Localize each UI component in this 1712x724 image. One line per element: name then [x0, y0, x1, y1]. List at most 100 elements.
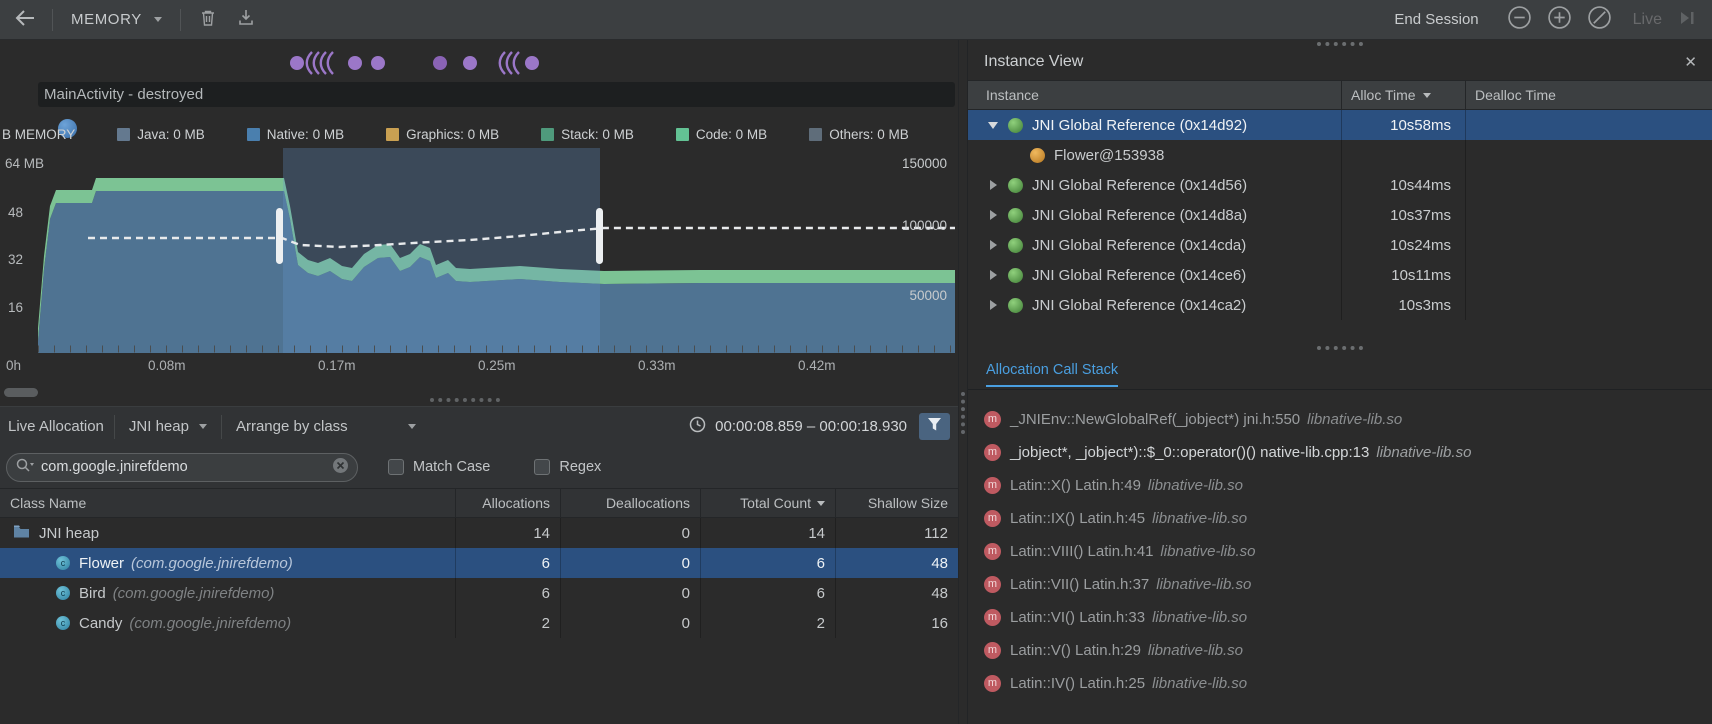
- jni-reference-icon: [1008, 298, 1023, 313]
- horizontal-splitter-handle[interactable]: [430, 398, 500, 402]
- xtick-2: 0.17m: [318, 358, 356, 373]
- instance-row[interactable]: JNI Global Reference (0x14d92) 10s58ms: [968, 110, 1712, 140]
- method-icon: m: [984, 444, 1001, 461]
- xtick-0: 0h: [6, 358, 21, 373]
- chevron-down-icon: [199, 424, 207, 429]
- range-selection[interactable]: [283, 148, 600, 353]
- jni-reference-icon: [1008, 178, 1023, 193]
- instance-child-row[interactable]: Flower@153938: [968, 140, 1712, 170]
- filter-row: Match Case Regex: [0, 446, 958, 488]
- vertical-splitter[interactable]: [958, 40, 967, 724]
- selection-handle-left[interactable]: [276, 208, 283, 264]
- instance-row[interactable]: JNI Global Reference (0x14d56) 10s44ms: [968, 170, 1712, 200]
- column-allocations[interactable]: Allocations: [455, 489, 560, 517]
- native-swatch: [247, 128, 260, 141]
- callstack-tab-bar: Allocation Call Stack: [968, 354, 1712, 390]
- live-button[interactable]: Live: [1633, 11, 1662, 29]
- filter-button[interactable]: [919, 413, 950, 440]
- column-total-count[interactable]: Total Count: [700, 489, 835, 517]
- live-allocation-label: Live Allocation: [8, 418, 104, 435]
- expander-closed-icon[interactable]: [990, 240, 997, 250]
- export-icon: [238, 9, 254, 30]
- delete-session-button[interactable]: [193, 6, 223, 34]
- instance-row[interactable]: JNI Global Reference (0x14ce6) 10s11ms: [968, 260, 1712, 290]
- expander-closed-icon[interactable]: [990, 270, 997, 280]
- method-icon: m: [984, 642, 1001, 659]
- column-shallow-size[interactable]: Shallow Size: [835, 489, 958, 517]
- heap-selector[interactable]: JNI heap: [125, 418, 211, 435]
- column-alloc-time[interactable]: Alloc Time: [1341, 81, 1465, 109]
- jni-reference-icon: [1008, 208, 1023, 223]
- table-row-candy[interactable]: c Candy (com.google.jnirefdemo) 2 0 2 16: [0, 608, 958, 638]
- legend-item-code: Code: 0 MB: [676, 127, 767, 142]
- stack-frame[interactable]: m Latin::IX() Latin.h:45 libnative-lib.s…: [968, 503, 1712, 533]
- legend-item-java: Java: 0 MB: [117, 127, 205, 142]
- zoom-in-button[interactable]: [1545, 6, 1575, 34]
- column-deallocations[interactable]: Deallocations: [560, 489, 700, 517]
- activity-lifecycle-bar[interactable]: MainActivity - destroyed: [38, 82, 955, 107]
- match-case-checkbox[interactable]: [388, 459, 404, 475]
- expander-closed-icon[interactable]: [990, 300, 997, 310]
- table-row-jni-heap[interactable]: JNI heap 14 0 14 112: [0, 518, 958, 548]
- yaxis-right-50000: 50000: [909, 288, 947, 303]
- jni-reference-icon: [1008, 118, 1023, 133]
- instance-row[interactable]: JNI Global Reference (0x14d8a) 10s37ms: [968, 200, 1712, 230]
- library-label: libnative-lib.so: [1148, 642, 1243, 659]
- session-selector-label: MEMORY: [71, 11, 142, 28]
- reset-zoom-button[interactable]: [1585, 6, 1615, 34]
- memory-chart[interactable]: 64 MB 48 32 16 150000 100000 50000: [0, 148, 958, 353]
- stack-frame[interactable]: m Latin::VIII() Latin.h:41 libnative-lib…: [968, 536, 1712, 566]
- instance-view-title: Instance View: [984, 53, 1083, 71]
- stack-swatch: [541, 128, 554, 141]
- selection-handle-right[interactable]: [596, 208, 603, 264]
- callstack-splitter-handle[interactable]: [1317, 346, 1363, 350]
- instance-row[interactable]: JNI Global Reference (0x14ca2) 10s3ms: [968, 290, 1712, 320]
- yaxis-16: 16: [8, 300, 23, 315]
- expander-open-icon[interactable]: [988, 122, 998, 129]
- method-icon: m: [984, 477, 1001, 494]
- horizontal-scrollbar[interactable]: [4, 388, 38, 397]
- stack-frame[interactable]: m _jobject*, _jobject*)::$_0::operator()…: [968, 437, 1712, 467]
- expander-closed-icon[interactable]: [990, 180, 997, 190]
- export-session-button[interactable]: [231, 6, 261, 34]
- package-label: (com.google.jnirefdemo): [131, 555, 293, 572]
- column-dealloc-time[interactable]: Dealloc Time: [1465, 81, 1712, 109]
- class-icon: c: [56, 556, 70, 570]
- column-instance[interactable]: Instance: [968, 81, 1341, 109]
- close-icon[interactable]: ✕: [1684, 53, 1697, 71]
- library-label: libnative-lib.so: [1152, 675, 1247, 692]
- table-row-flower[interactable]: c Flower (com.google.jnirefdemo) 6 0 6 4…: [0, 548, 958, 578]
- back-button[interactable]: [10, 6, 40, 34]
- match-case-label: Match Case: [413, 459, 490, 475]
- memory-axis-label: B MEMORY: [2, 127, 75, 142]
- regex-checkbox[interactable]: [534, 459, 550, 475]
- search-input[interactable]: [41, 459, 326, 475]
- stack-frame[interactable]: m Latin::V() Latin.h:29 libnative-lib.so: [968, 635, 1712, 665]
- arrange-selector[interactable]: Arrange by class: [232, 418, 420, 435]
- java-swatch: [117, 128, 130, 141]
- stack-frame[interactable]: m Latin::X() Latin.h:49 libnative-lib.so: [968, 470, 1712, 500]
- stack-frame[interactable]: m Latin::IV() Latin.h:25 libnative-lib.s…: [968, 668, 1712, 698]
- user-event-track[interactable]: [280, 48, 550, 78]
- column-class-name[interactable]: Class Name: [0, 489, 455, 517]
- end-session-button[interactable]: End Session: [1394, 11, 1478, 28]
- clear-search-icon[interactable]: [332, 457, 349, 478]
- skip-to-live-button[interactable]: [1672, 6, 1702, 34]
- session-selector[interactable]: MEMORY: [65, 11, 168, 28]
- toolbar-divider: [114, 415, 115, 439]
- touch-event-dots: [290, 52, 539, 74]
- zoom-out-button[interactable]: [1505, 6, 1535, 34]
- stack-frame[interactable]: m Latin::VII() Latin.h:37 libnative-lib.…: [968, 569, 1712, 599]
- tab-allocation-call-stack[interactable]: Allocation Call Stack: [986, 362, 1118, 387]
- graphics-swatch: [386, 128, 399, 141]
- stack-frame[interactable]: m Latin::VI() Latin.h:33 libnative-lib.s…: [968, 602, 1712, 632]
- search-box[interactable]: [6, 453, 358, 482]
- others-swatch: [809, 128, 822, 141]
- package-label: (com.google.jnirefdemo): [129, 615, 291, 632]
- legend-item-others: Others: 0 MB: [809, 127, 909, 142]
- heap-folder-icon: [13, 524, 30, 542]
- table-row-bird[interactable]: c Bird (com.google.jnirefdemo) 6 0 6 48: [0, 578, 958, 608]
- instance-row[interactable]: JNI Global Reference (0x14cda) 10s24ms: [968, 230, 1712, 260]
- expander-closed-icon[interactable]: [990, 210, 997, 220]
- stack-frame[interactable]: m _JNIEnv::NewGlobalRef(_jobject*) jni.h…: [968, 404, 1712, 434]
